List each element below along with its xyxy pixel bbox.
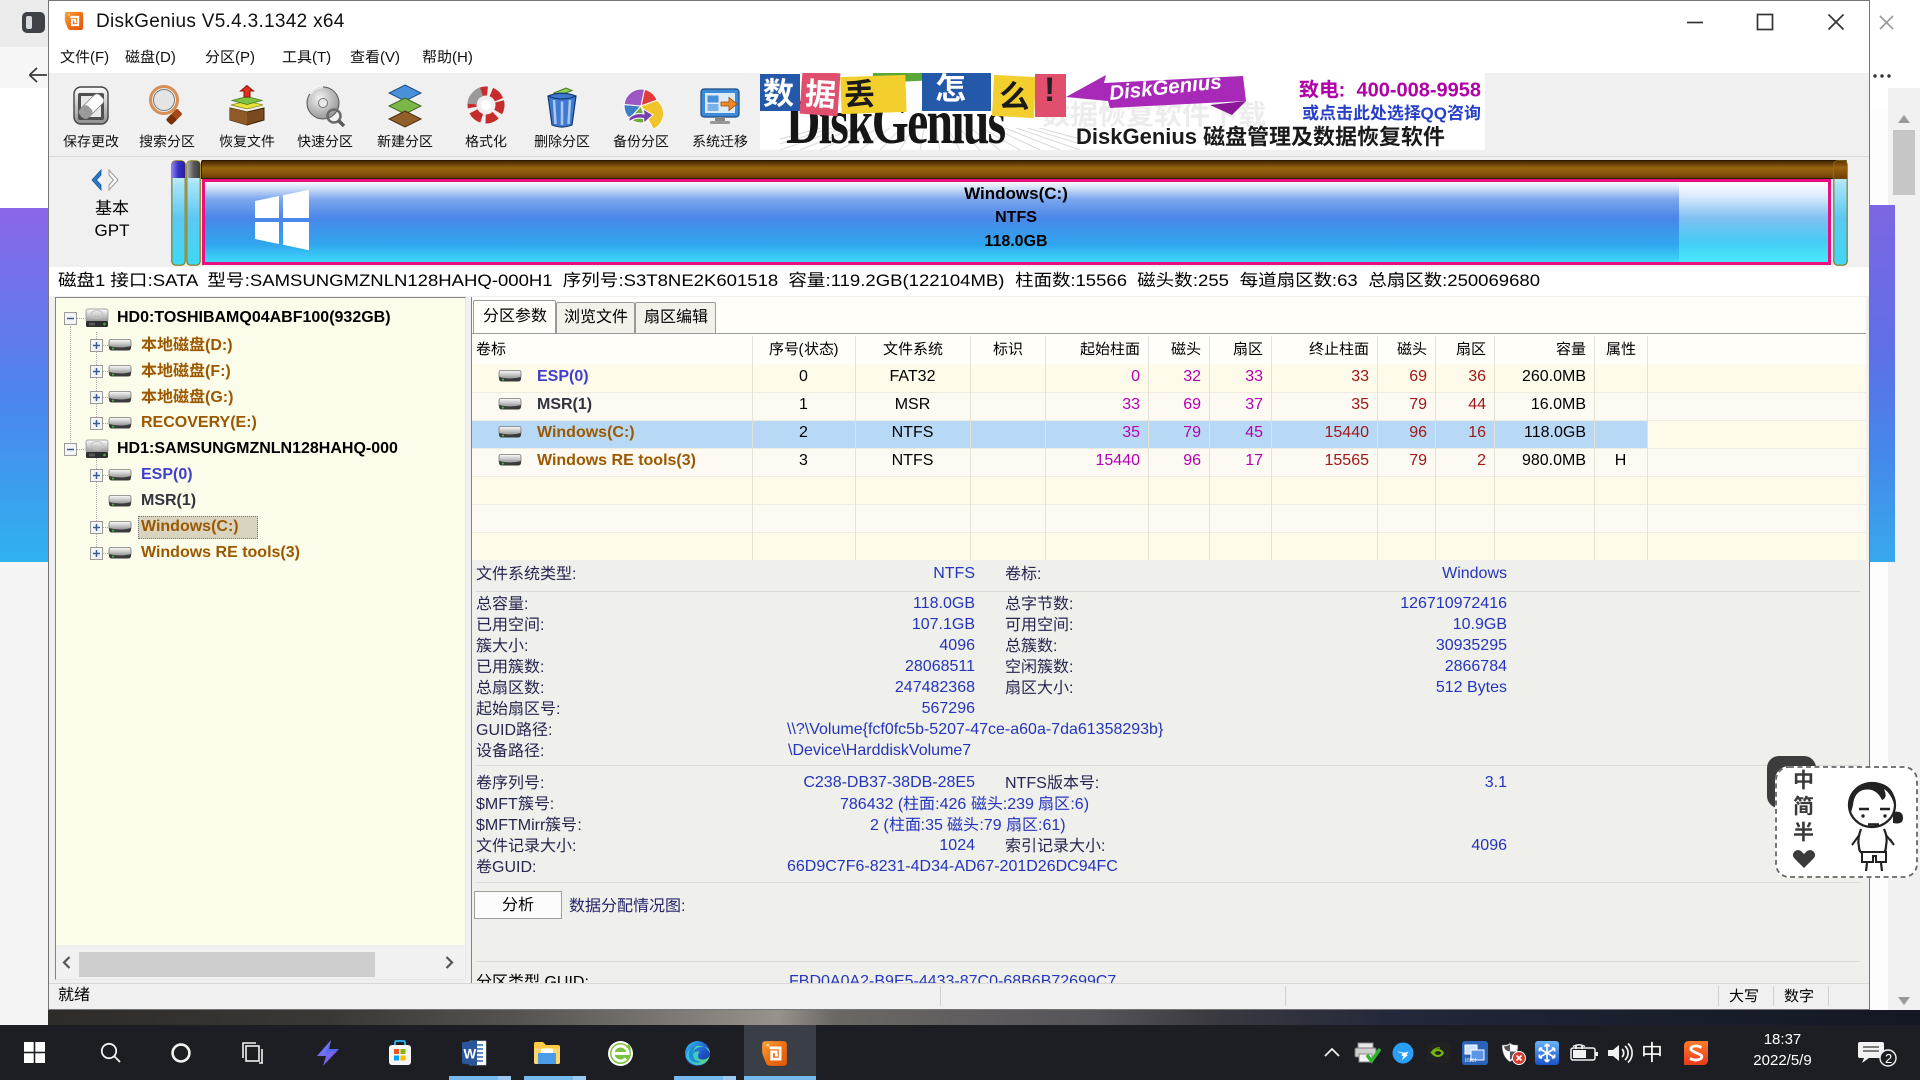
svg-text:intel: intel [1465, 1058, 1476, 1064]
svg-text:W: W [464, 1047, 477, 1062]
svg-text:2: 2 [1885, 1051, 1892, 1066]
